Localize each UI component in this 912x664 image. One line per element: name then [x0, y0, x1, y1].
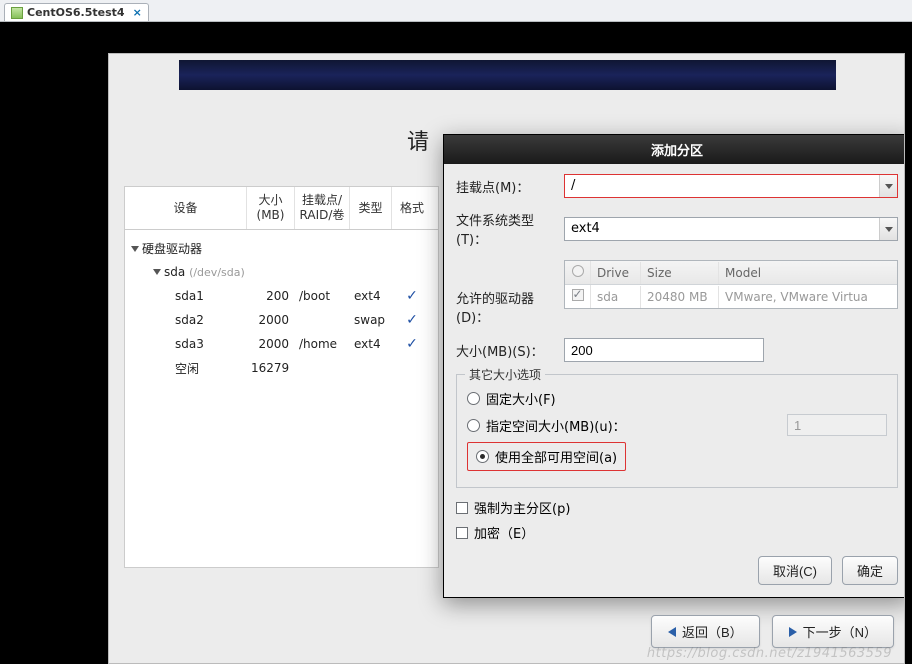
- drive-size: 20480 MB: [641, 286, 719, 308]
- col-format[interactable]: 格式: [392, 187, 432, 229]
- table-disk-row[interactable]: sda (/dev/sda): [125, 260, 438, 284]
- page-title: 请: [407, 124, 429, 156]
- col-device[interactable]: 设备: [125, 187, 247, 229]
- next-button[interactable]: 下一步（N）: [772, 615, 894, 648]
- mount-point-value: /: [565, 175, 879, 197]
- fstype-value: ext4: [565, 218, 879, 240]
- radio-fixed[interactable]: 固定大小(F): [467, 389, 887, 408]
- vm-viewport: 请 设备 大小 (MB) 挂载点/ RAID/卷 类型 格式 硬盘驱动器 sda…: [0, 22, 912, 646]
- vm-icon: [11, 7, 23, 19]
- back-label: 返回（B）: [682, 622, 743, 641]
- part-size: 16279: [247, 361, 295, 375]
- add-partition-dialog: 添加分区 挂载点(M)： / 文件系统类型(T)： ext4: [443, 134, 905, 598]
- other-size-group: 其它大小选项 固定大小(F) 指定空间大小(MB)(u)：: [456, 374, 898, 488]
- part-dev: 空闲: [125, 360, 247, 377]
- table-row[interactable]: sda3 2000 /home ext4 ✓: [125, 332, 438, 356]
- part-type: swap: [350, 313, 392, 327]
- chevron-down-icon[interactable]: [879, 175, 897, 197]
- col-drive: Drive: [591, 262, 641, 284]
- vm-tab-title: CentOS6.5test4: [27, 6, 125, 19]
- radio-icon[interactable]: [476, 450, 489, 463]
- check-icon: ✓: [406, 288, 418, 304]
- drive-table-header: Drive Size Model: [565, 261, 897, 285]
- encrypt-check[interactable]: 加密（E）: [456, 523, 898, 542]
- drive-row[interactable]: sda 20480 MB VMware, VMware Virtua: [565, 285, 897, 308]
- watermark: https://blog.csdn.net/z1941563559: [647, 646, 892, 661]
- check-icon: ✓: [406, 312, 418, 328]
- allowed-drives-table[interactable]: Drive Size Model sda 20480 MB VMware, VM…: [564, 260, 898, 309]
- cancel-button[interactable]: 取消(C): [758, 556, 832, 585]
- part-dev: sda1: [125, 289, 247, 303]
- radio-fixed-label: 固定大小(F): [486, 389, 556, 408]
- checkbox-icon[interactable]: [456, 527, 468, 539]
- col-type[interactable]: 类型: [350, 187, 392, 229]
- dialog-title: 添加分区: [444, 135, 905, 164]
- disk-path: (/dev/sda): [189, 266, 245, 279]
- wizard-nav: 返回（B） 下一步（N）: [651, 615, 894, 648]
- radio-fillto-label: 指定空间大小(MB)(u)：: [486, 416, 626, 435]
- mount-label: 挂载点(M)：: [456, 177, 556, 196]
- size-input[interactable]: [564, 338, 764, 362]
- back-button[interactable]: 返回（B）: [651, 615, 760, 648]
- arrow-right-icon: [789, 627, 797, 637]
- part-type: ext4: [350, 337, 392, 351]
- partition-table-body: 硬盘驱动器 sda (/dev/sda) sda1 200 /boot ext4…: [125, 230, 438, 386]
- close-icon[interactable]: ×: [133, 6, 142, 19]
- drive-checkbox[interactable]: [572, 289, 584, 301]
- check-icon: ✓: [406, 336, 418, 352]
- radio-fillto[interactable]: 指定空间大小(MB)(u)：: [467, 414, 887, 436]
- chevron-down-icon[interactable]: [131, 246, 139, 252]
- force-primary-check[interactable]: 强制为主分区(p): [456, 498, 898, 517]
- part-type: ext4: [350, 289, 392, 303]
- radio-header-icon: [572, 265, 584, 277]
- disk-name: sda: [164, 265, 185, 279]
- col-mount[interactable]: 挂载点/ RAID/卷: [295, 187, 350, 229]
- vm-tab[interactable]: CentOS6.5test4 ×: [4, 3, 149, 21]
- encrypt-label: 加密（E）: [474, 523, 534, 542]
- part-size: 2000: [247, 337, 295, 351]
- fstype-combo[interactable]: ext4: [564, 217, 898, 241]
- ok-button[interactable]: 确定: [842, 556, 898, 585]
- group-title: 其它大小选项: [465, 366, 545, 383]
- table-group-row[interactable]: 硬盘驱动器: [125, 236, 438, 260]
- table-row[interactable]: sda1 200 /boot ext4 ✓: [125, 284, 438, 308]
- next-label: 下一步（N）: [803, 622, 877, 641]
- chevron-down-icon[interactable]: [153, 269, 161, 275]
- part-mount: /boot: [295, 289, 350, 303]
- radio-icon[interactable]: [467, 419, 480, 432]
- partition-table: 设备 大小 (MB) 挂载点/ RAID/卷 类型 格式 硬盘驱动器 sda (…: [124, 186, 439, 568]
- col-drive-model: Model: [719, 262, 897, 284]
- fstype-label: 文件系统类型(T)：: [456, 210, 556, 248]
- mount-point-combo[interactable]: /: [564, 174, 898, 198]
- radio-icon[interactable]: [467, 392, 480, 405]
- part-dev: sda3: [125, 337, 247, 351]
- size-label: 大小(MB)(S)：: [456, 341, 556, 360]
- arrow-left-icon: [668, 627, 676, 637]
- checkbox-icon[interactable]: [456, 502, 468, 514]
- installer-banner: [179, 60, 836, 90]
- vm-tab-bar: CentOS6.5test4 ×: [0, 0, 912, 22]
- drives-label: 允许的驱动器(D)：: [456, 260, 556, 326]
- part-mount: /home: [295, 337, 350, 351]
- part-size: 200: [247, 289, 295, 303]
- drive-model: VMware, VMware Virtua: [719, 286, 897, 308]
- fillto-input: [787, 414, 887, 436]
- chevron-down-icon[interactable]: [879, 218, 897, 240]
- drive-name: sda: [591, 286, 641, 308]
- part-size: 2000: [247, 313, 295, 327]
- table-row[interactable]: 空闲 16279: [125, 356, 438, 380]
- col-size[interactable]: 大小 (MB): [247, 187, 295, 229]
- col-drive-size: Size: [641, 262, 719, 284]
- hdd-group-label: 硬盘驱动器: [142, 242, 202, 256]
- table-row[interactable]: sda2 2000 swap ✓: [125, 308, 438, 332]
- radio-fillall-label: 使用全部可用空间(a): [495, 447, 617, 466]
- force-primary-label: 强制为主分区(p): [474, 498, 570, 517]
- radio-fillall[interactable]: 使用全部可用空间(a): [467, 442, 887, 471]
- installer-window: 请 设备 大小 (MB) 挂载点/ RAID/卷 类型 格式 硬盘驱动器 sda…: [108, 53, 905, 664]
- partition-table-header: 设备 大小 (MB) 挂载点/ RAID/卷 类型 格式: [125, 187, 438, 230]
- part-dev: sda2: [125, 313, 247, 327]
